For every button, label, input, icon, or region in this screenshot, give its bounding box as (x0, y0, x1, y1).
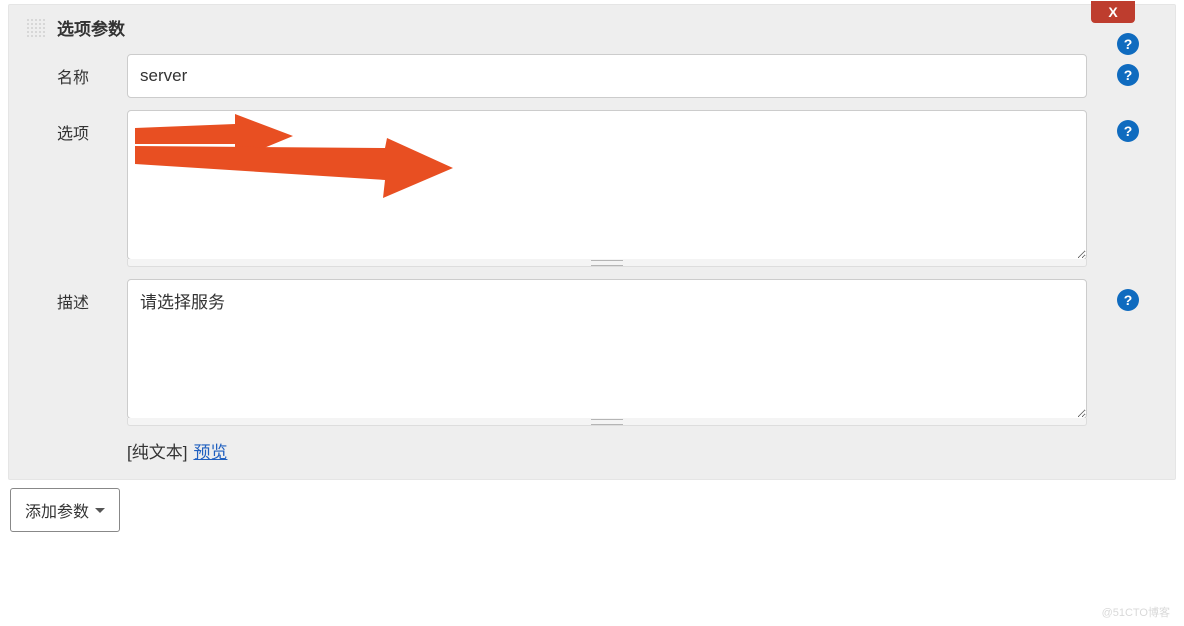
preview-link[interactable]: 预览 (193, 438, 227, 463)
row-options: 选项 ? (9, 104, 1175, 273)
row-description: 描述 请选择服务 ? (9, 273, 1175, 432)
options-label: 选项 (57, 110, 127, 144)
description-label: 描述 (57, 279, 127, 313)
help-icon[interactable]: ? (1117, 289, 1139, 311)
add-parameter-button[interactable]: 添加参数 (10, 488, 120, 532)
options-textarea[interactable] (127, 110, 1087, 260)
plain-text-label: [纯文本] (127, 438, 187, 463)
chevron-down-icon (95, 508, 105, 513)
section-header: 选项参数 (9, 5, 1175, 48)
resize-handle[interactable] (127, 418, 1087, 426)
help-icon[interactable]: ? (1117, 64, 1139, 86)
description-textarea[interactable]: 请选择服务 (127, 279, 1087, 419)
name-input[interactable] (127, 54, 1087, 98)
add-parameter-label: 添加参数 (25, 498, 89, 522)
parameter-panel: X 选项参数 ? 名称 ? 选项 (8, 4, 1176, 480)
format-line: [纯文本] 预览 (9, 432, 1175, 469)
drag-handle-icon[interactable] (25, 17, 47, 39)
help-icon[interactable]: ? (1117, 120, 1139, 142)
row-name: 名称 ? (9, 48, 1175, 104)
name-label: 名称 (57, 54, 127, 88)
watermark: @51CTO博客 (1102, 604, 1170, 620)
section-title: 选项参数 (57, 15, 125, 40)
resize-handle[interactable] (127, 259, 1087, 267)
